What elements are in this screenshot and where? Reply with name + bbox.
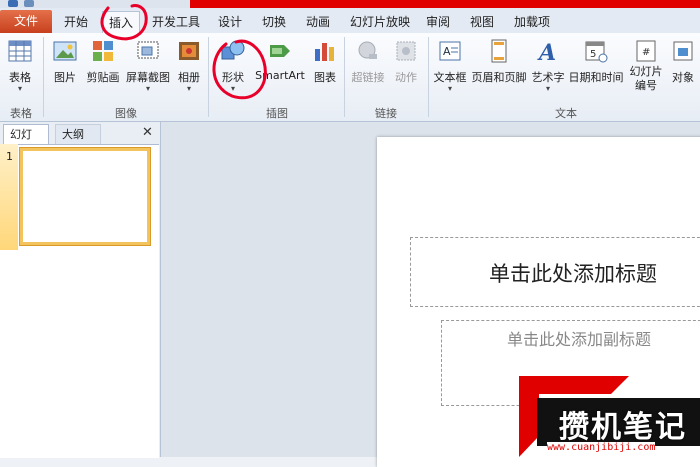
date-time-button-label: 日期和时间: [568, 71, 624, 84]
tab-insert[interactable]: 插入: [102, 11, 141, 33]
clipart-button[interactable]: 剪贴画: [84, 37, 122, 101]
tab-slideshow[interactable]: 幻灯片放映: [344, 11, 416, 33]
screenshot-icon: [136, 39, 160, 63]
picture-button-label: 图片: [54, 71, 76, 84]
textbox-button-label: 文本框: [433, 71, 467, 84]
window-title-highlight: [190, 0, 700, 8]
action-button[interactable]: 动作: [390, 37, 422, 101]
header-footer-icon: [487, 39, 511, 63]
chart-button-label: 图表: [314, 71, 336, 84]
group-divider: [208, 37, 209, 117]
screenshot-button-label: 屏幕截图: [126, 71, 170, 84]
group-label-images: 图像: [115, 107, 137, 120]
slide-thumbnail[interactable]: [20, 148, 150, 245]
group-divider: [428, 37, 429, 117]
screenshot-button[interactable]: 屏幕截图 ▾: [124, 37, 172, 101]
svg-text:#: #: [642, 47, 650, 58]
wordart-icon: A: [536, 39, 560, 66]
wordart-button-label: 艺术字: [531, 71, 565, 84]
shapes-icon: [221, 39, 245, 63]
header-footer-button[interactable]: 页眉和页脚: [470, 37, 528, 101]
group-label-illustrations: 插图: [266, 107, 288, 120]
ribbon: 表格 ▾ 表格 图片 剪贴画 屏幕截图 ▾ 相册 ▾ 图像 形状 ▾ Smart…: [0, 33, 700, 122]
clipart-button-label: 剪贴画: [86, 71, 120, 84]
header-footer-button-label: 页眉和页脚: [471, 71, 527, 84]
photo-album-icon: [177, 39, 201, 63]
tab-review[interactable]: 审阅: [420, 11, 456, 33]
slide-number: 1: [6, 150, 13, 163]
svg-text:A: A: [443, 45, 451, 58]
object-button-label: 对象: [672, 71, 694, 84]
clipart-icon: [91, 39, 115, 63]
close-icon[interactable]: ✕: [142, 125, 153, 140]
group-label-links: 链接: [375, 107, 397, 120]
object-button[interactable]: 对象: [668, 37, 698, 101]
group-label-table: 表格: [10, 107, 32, 120]
chevron-down-icon: ▾: [447, 84, 452, 93]
chart-button[interactable]: 图表: [310, 37, 340, 101]
bar-chart-icon: [313, 39, 337, 63]
picture-icon: [53, 39, 77, 63]
photo-album-button[interactable]: 相册 ▾: [174, 37, 204, 101]
photo-album-button-label: 相册: [178, 71, 200, 84]
table-button-label: 表格: [9, 71, 31, 84]
watermark-text: 攒机笔记: [559, 410, 687, 445]
smartart-icon: [268, 39, 292, 63]
object-icon: [671, 39, 695, 63]
chevron-down-icon: ▾: [545, 84, 550, 93]
wordart-button[interactable]: A 艺术字 ▾: [530, 37, 566, 101]
smartart-button-label: SmartArt: [255, 69, 305, 82]
textbox-icon: A: [438, 39, 462, 63]
ribbon-tab-bar: 文件 开始 插入 开发工具 设计 切换 动画 幻灯片放映 审阅 视图 加载项: [0, 8, 700, 34]
watermark-url: www.cuanjibiji.com: [547, 442, 656, 453]
hyperlink-button[interactable]: 超链接: [350, 37, 386, 101]
slide-number-icon: #: [634, 39, 658, 63]
table-button[interactable]: 表格 ▾: [4, 37, 36, 101]
save-icon[interactable]: [8, 0, 18, 7]
title-placeholder-text: 单击此处添加标题: [489, 262, 657, 286]
tab-developer[interactable]: 开发工具: [146, 11, 206, 33]
shapes-button[interactable]: 形状 ▾: [216, 37, 250, 101]
chevron-down-icon: ▾: [17, 84, 22, 93]
group-divider: [43, 37, 44, 117]
svg-text:5: 5: [590, 49, 596, 60]
shapes-button-label: 形状: [222, 71, 244, 84]
chevron-down-icon: ▾: [230, 84, 235, 93]
action-icon: [394, 39, 418, 63]
tab-outline[interactable]: 大纲: [55, 124, 101, 144]
tab-view[interactable]: 视图: [464, 11, 500, 33]
hyperlink-icon: [356, 39, 380, 63]
chevron-down-icon: ▾: [186, 84, 191, 93]
title-placeholder[interactable]: 单击此处添加标题: [410, 237, 700, 307]
slide-number-button-label: 幻灯片编号: [629, 65, 663, 92]
slide-number-button[interactable]: # 幻灯片编号: [626, 37, 666, 101]
undo-icon[interactable]: [24, 0, 34, 7]
calendar-icon: 5: [584, 39, 608, 63]
watermark-logo: 攒机笔记 www.cuanjibiji.com: [519, 376, 700, 457]
tab-transitions[interactable]: 切换: [256, 11, 292, 33]
date-time-button[interactable]: 5 日期和时间: [568, 37, 624, 101]
smartart-button[interactable]: SmartArt: [254, 37, 306, 101]
textbox-button[interactable]: A 文本框 ▾: [432, 37, 468, 101]
action-button-label: 动作: [395, 71, 417, 84]
tab-file[interactable]: 文件: [0, 10, 52, 33]
group-divider: [344, 37, 345, 117]
table-icon: [8, 39, 32, 63]
tab-addins[interactable]: 加载项: [508, 11, 556, 33]
group-label-text: 文本: [555, 107, 577, 120]
hyperlink-button-label: 超链接: [351, 71, 385, 84]
chevron-down-icon: ▾: [145, 84, 150, 93]
tab-design[interactable]: 设计: [212, 11, 248, 33]
picture-button[interactable]: 图片: [50, 37, 80, 101]
tab-animations[interactable]: 动画: [300, 11, 336, 33]
svg-text:A: A: [537, 40, 556, 63]
tab-home[interactable]: 开始: [58, 11, 94, 33]
tab-slides[interactable]: 幻灯片: [3, 124, 49, 161]
subtitle-placeholder-text: 单击此处添加副标题: [507, 330, 652, 349]
